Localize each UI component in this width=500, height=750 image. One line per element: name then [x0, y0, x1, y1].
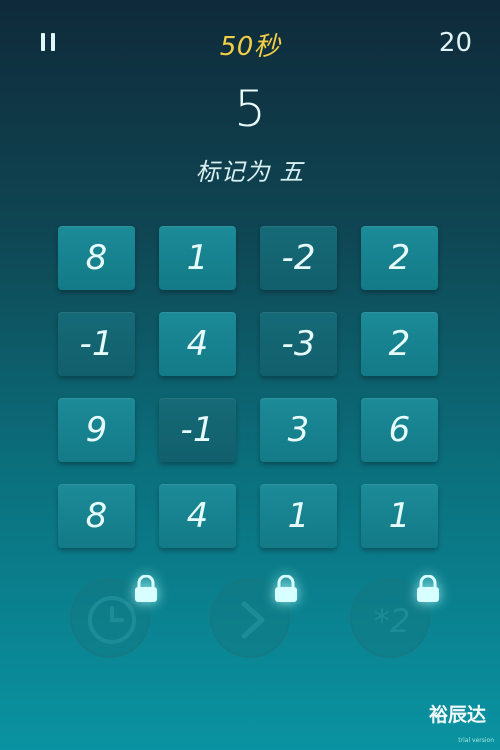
countdown-timer: 50秒	[219, 32, 281, 62]
grid-tile[interactable]: 2	[361, 226, 438, 290]
grid-tile[interactable]: 8	[58, 226, 135, 290]
lock-icon	[131, 574, 161, 603]
grid-tile[interactable]: 1	[361, 484, 438, 548]
grid-tile[interactable]: -2	[260, 226, 337, 290]
grid-tile[interactable]: -3	[260, 312, 337, 376]
lock-icon	[413, 574, 443, 603]
target-number: 5	[234, 80, 266, 138]
watermark: 裕辰达	[428, 704, 486, 726]
trial-label: trial version	[458, 737, 494, 744]
grid-tile[interactable]: -1	[58, 312, 135, 376]
grid-tile[interactable]: 9	[58, 398, 135, 462]
grid-tile[interactable]: 8	[58, 484, 135, 548]
grid-tile[interactable]: 3	[260, 398, 337, 462]
score: 20	[438, 28, 472, 58]
grid-tile[interactable]: 6	[361, 398, 438, 462]
grid-tile[interactable]: 2	[361, 312, 438, 376]
grid-tile[interactable]: 1	[260, 484, 337, 548]
lock-icon	[271, 574, 301, 603]
grid-tile[interactable]: 1	[159, 226, 236, 290]
grid-tile[interactable]: 4	[159, 484, 236, 548]
grid-tile[interactable]: 4	[159, 312, 236, 376]
grid-tile[interactable]: -1	[159, 398, 236, 462]
instruction-text: 标记为 五	[195, 158, 305, 186]
svg-text:*2: *2	[374, 602, 410, 640]
number-grid: 8 1 -2 2 -1 4 -3 2 9 -1 3 6 8 4 1 1	[58, 226, 438, 548]
